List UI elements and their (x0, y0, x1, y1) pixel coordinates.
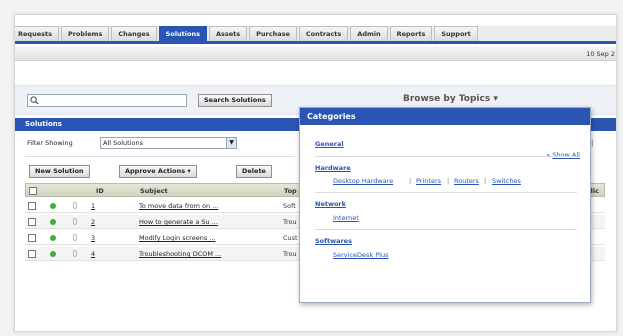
tab-admin[interactable]: Admin (350, 26, 388, 41)
divider (315, 192, 577, 193)
top-strip (15, 15, 616, 26)
category-general[interactable]: General (315, 140, 344, 148)
approve-actions-label: Approve Actions (125, 167, 186, 175)
category-network[interactable]: Network (315, 200, 346, 208)
show-all-label: Show All (552, 151, 580, 159)
search-box (27, 94, 187, 107)
category-hardware[interactable]: Hardware (315, 164, 351, 172)
status-approved-icon (50, 219, 56, 225)
current-date: 10 Sep 2 (586, 50, 615, 58)
status-approved-icon (50, 251, 56, 257)
tab-support[interactable]: Support (434, 26, 478, 41)
categories-title: Categories (300, 108, 590, 125)
date-bar: 10 Sep 2 (15, 47, 616, 61)
subcategory-servicedesk-plus[interactable]: ServiceDesk Plus (333, 251, 388, 259)
subcategory-printers[interactable]: Printers (416, 177, 441, 185)
chevron-down-icon: ▾ (493, 94, 498, 104)
tab-requests[interactable]: Requests (15, 26, 59, 41)
attachment-icon (73, 234, 77, 241)
separator: | (447, 177, 450, 185)
status-approved-icon (50, 203, 56, 209)
divider (315, 229, 577, 230)
categories-popup: Categories General » Show All Hardware D… (299, 107, 591, 303)
row-id-link[interactable]: 3 (91, 234, 95, 242)
tab-contracts[interactable]: Contracts (298, 26, 349, 41)
row-checkbox[interactable] (28, 202, 36, 210)
row-topic: Trou (283, 250, 297, 258)
row-topic: Trou (283, 218, 297, 226)
delete-button[interactable]: Delete (236, 165, 272, 178)
chevron-down-icon: ▼ (226, 138, 236, 148)
category-softwares[interactable]: Softwares (315, 237, 352, 245)
column-subject[interactable]: Subject (140, 187, 168, 195)
divider (315, 156, 577, 157)
module-tabs: Requests Problems Changes Solutions Asse… (15, 26, 616, 44)
tab-solutions[interactable]: Solutions (158, 26, 207, 41)
filter-label: Filter Showing (27, 139, 73, 147)
subcategory-desktop-hardware[interactable]: Desktop Hardware (333, 177, 393, 185)
row-id-link[interactable]: 1 (91, 202, 95, 210)
tab-reports[interactable]: Reports (389, 26, 433, 41)
new-solution-button[interactable]: New Solution (29, 165, 90, 178)
filter-select[interactable]: All Solutions ▼ (100, 137, 237, 149)
row-subject-link[interactable]: To move data from on ... (139, 202, 218, 210)
row-checkbox[interactable] (28, 250, 36, 258)
divider (25, 156, 295, 157)
row-id-link[interactable]: 4 (91, 250, 95, 258)
browse-label: Browse by Topics (403, 94, 491, 104)
approve-actions-button[interactable]: Approve Actions ▾ (119, 165, 197, 178)
pager-divider: | (591, 139, 594, 147)
row-subject-link[interactable]: Modify Login screens ... (139, 234, 215, 242)
attachment-icon (73, 250, 77, 257)
select-all-checkbox[interactable] (29, 187, 37, 195)
subcategory-switches[interactable]: Switches (492, 177, 521, 185)
app-window: Requests Problems Changes Solutions Asse… (14, 14, 617, 332)
subcategory-routers[interactable]: Routers (454, 177, 479, 185)
attachment-icon (73, 202, 77, 209)
row-subject-link[interactable]: Troubleshooting DCOM ... (139, 250, 221, 258)
search-solutions-button[interactable]: Search Solutions (198, 94, 272, 107)
search-input[interactable] (41, 95, 185, 106)
search-icon (30, 96, 39, 105)
attachment-icon (73, 218, 77, 225)
tab-purchase[interactable]: Purchase (249, 26, 297, 41)
separator: | (409, 177, 412, 185)
separator: | (484, 177, 487, 185)
row-checkbox[interactable] (28, 218, 36, 226)
browse-by-topics-dropdown[interactable]: Browse by Topics ▾ (403, 94, 498, 104)
status-approved-icon (50, 235, 56, 241)
row-checkbox[interactable] (28, 234, 36, 242)
row-subject-link[interactable]: How to generate a Su ... (139, 218, 218, 226)
row-topic: Soft (283, 202, 296, 210)
subcategory-internet[interactable]: Internet (333, 214, 359, 222)
tab-changes[interactable]: Changes (111, 26, 157, 41)
row-topic: Cust (283, 234, 298, 242)
tab-problems[interactable]: Problems (60, 26, 110, 41)
chevron-down-icon: ▾ (187, 167, 191, 175)
column-id[interactable]: ID (96, 187, 104, 195)
tab-assets[interactable]: Assets (208, 26, 248, 41)
row-id-link[interactable]: 2 (91, 218, 95, 226)
filter-selected-value: All Solutions (103, 139, 143, 147)
column-topic[interactable]: Top (284, 187, 297, 195)
show-all-link[interactable]: » Show All (546, 151, 580, 159)
